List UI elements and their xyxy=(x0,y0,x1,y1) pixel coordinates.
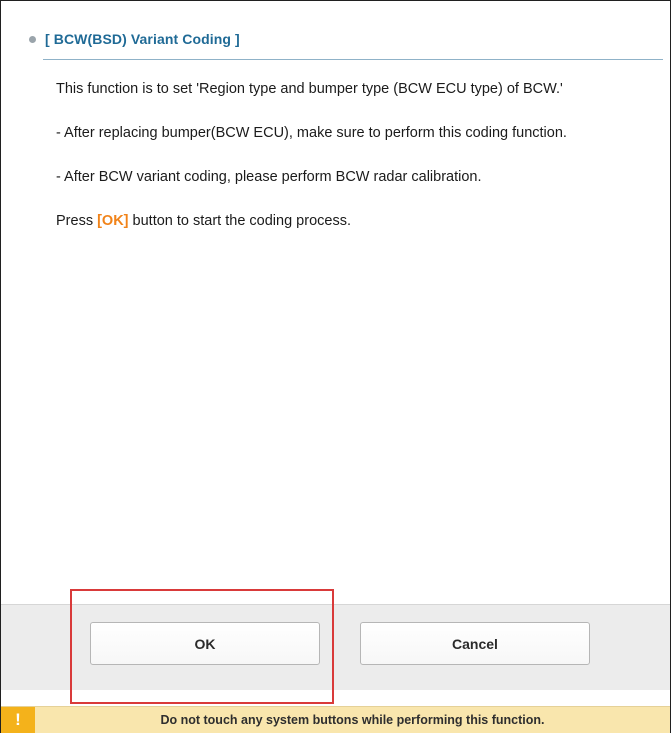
ok-button[interactable]: OK xyxy=(90,622,320,665)
bullet-icon xyxy=(29,35,36,43)
dialog-content: This function is to set 'Region type and… xyxy=(56,77,652,253)
dialog-panel: [ BCW(BSD) Variant Coding ] This functio… xyxy=(0,0,671,733)
inline-ok-label: [OK] xyxy=(97,213,129,229)
button-bar: OK Cancel xyxy=(1,604,670,690)
dialog-header: [ BCW(BSD) Variant Coding ] xyxy=(29,31,240,47)
cancel-button[interactable]: Cancel xyxy=(360,622,590,665)
warning-icon: ! xyxy=(1,707,35,733)
description-text: This function is to set 'Region type and… xyxy=(56,81,563,97)
instruction-text: Press [OK] button to start the coding pr… xyxy=(56,209,652,234)
calibration-note: - After BCW variant coding, please perfo… xyxy=(56,169,482,185)
title-divider xyxy=(43,59,663,60)
warning-bar: ! Do not touch any system buttons while … xyxy=(1,706,670,733)
instruction-suffix: button to start the coding process. xyxy=(128,213,351,229)
replacement-note: - After replacing bumper(BCW ECU), make … xyxy=(56,125,567,141)
dialog-title: [ BCW(BSD) Variant Coding ] xyxy=(45,31,240,47)
warning-text: Do not touch any system buttons while pe… xyxy=(160,713,545,727)
instruction-prefix: Press xyxy=(56,213,98,229)
